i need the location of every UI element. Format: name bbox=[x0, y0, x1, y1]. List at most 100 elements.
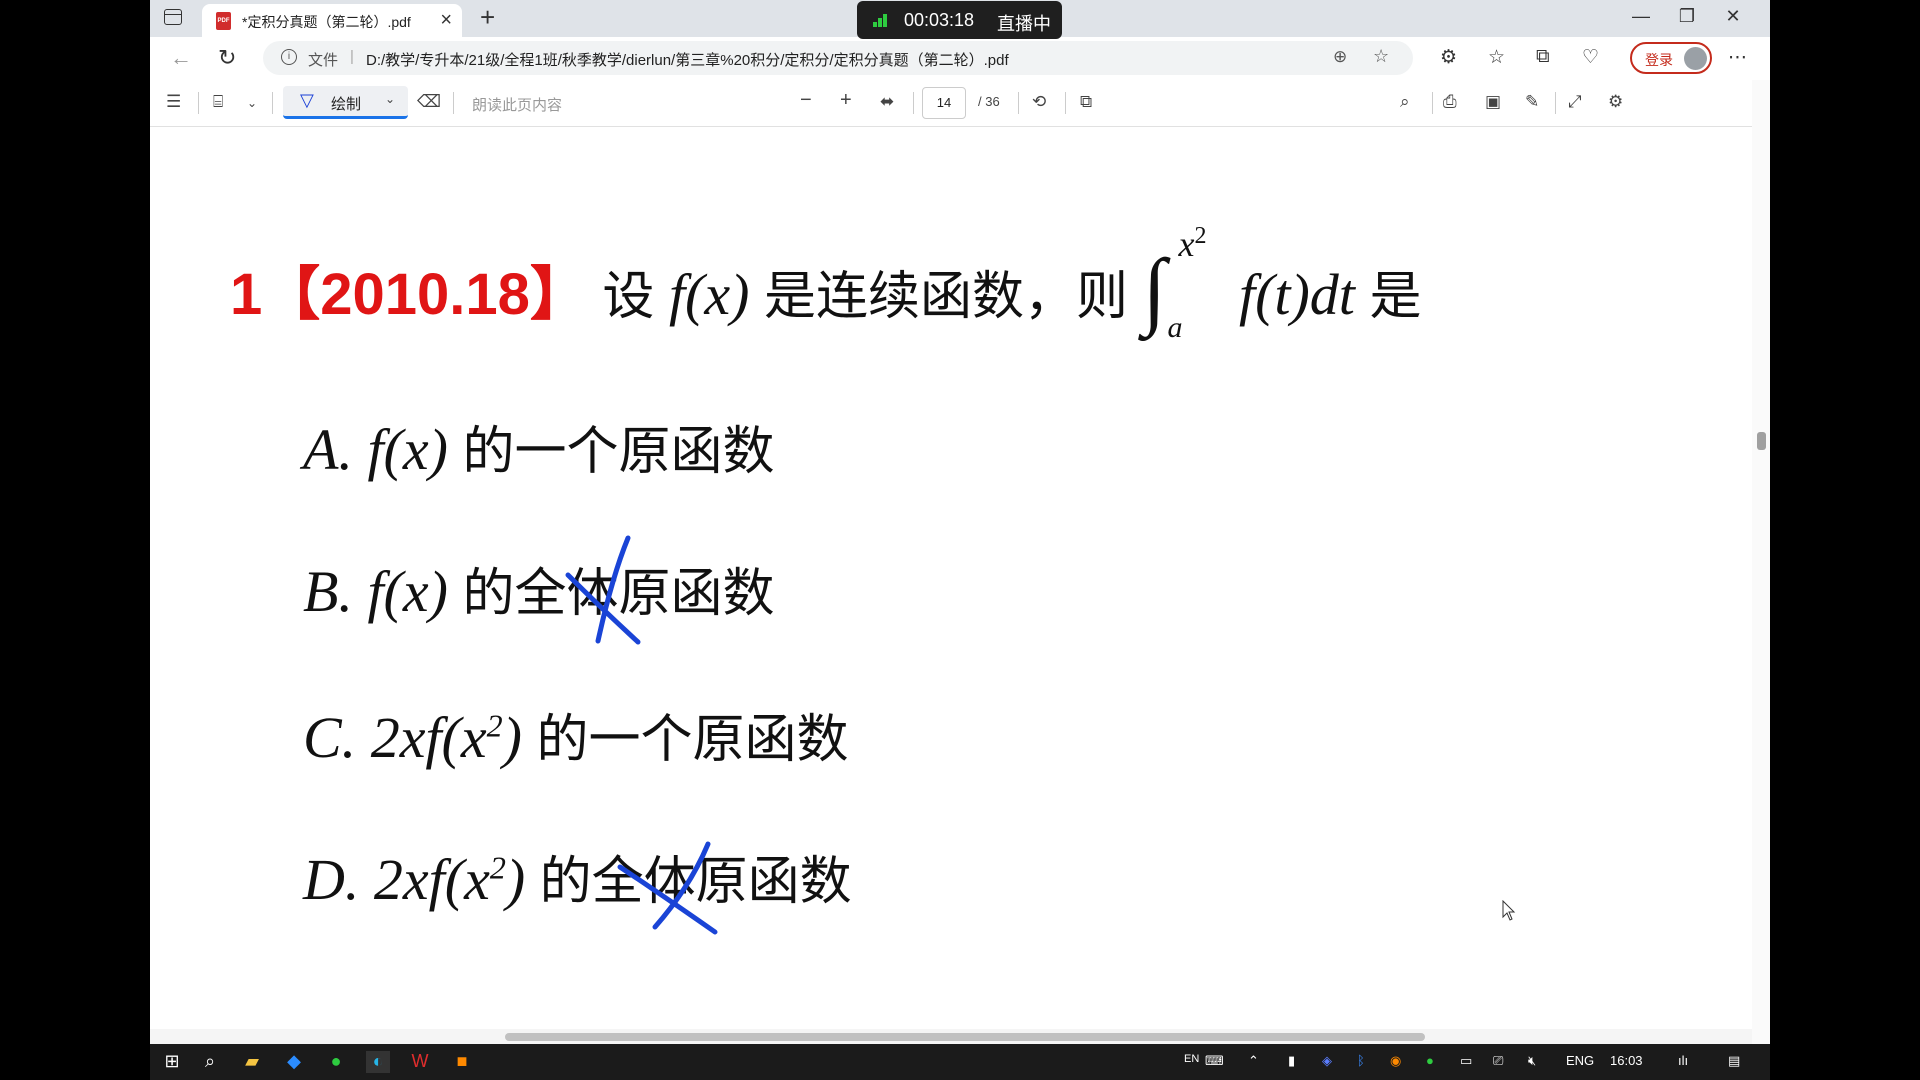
login-button[interactable]: 登录 bbox=[1630, 42, 1712, 74]
stats-icon[interactable]: ılı bbox=[1678, 1053, 1688, 1068]
url-separator: | bbox=[350, 48, 354, 65]
more-icon[interactable]: ⋯ bbox=[1728, 46, 1747, 69]
horizontal-scrollbar[interactable] bbox=[150, 1029, 1752, 1044]
rotate-icon[interactable]: ⟲ bbox=[1032, 92, 1046, 112]
vertical-scrollbar[interactable] bbox=[1752, 80, 1770, 1044]
performance-icon[interactable]: ♡ bbox=[1582, 46, 1599, 69]
tray-app-icon[interactable]: ◈ bbox=[1322, 1053, 1332, 1069]
refresh-icon[interactable]: ↻ bbox=[218, 45, 236, 71]
edge-icon[interactable]: ◐ bbox=[366, 1051, 390, 1073]
wps-icon[interactable]: W bbox=[408, 1051, 432, 1073]
tab-actions-icon[interactable] bbox=[164, 9, 182, 25]
option-expr: 2xf(x2) bbox=[373, 847, 526, 912]
zoom-out-icon[interactable]: − bbox=[800, 89, 812, 112]
tab-close-icon[interactable]: × bbox=[440, 9, 452, 32]
url-protocol: 文件 bbox=[308, 52, 339, 69]
page-number-input[interactable]: 14 bbox=[922, 87, 966, 119]
search-icon[interactable]: ⌕ bbox=[198, 1051, 222, 1073]
question-text-mid: 是连续函数，则 bbox=[763, 267, 1128, 327]
live-status-text: 直播中 bbox=[997, 14, 1051, 34]
fullscreen-icon[interactable]: ⤢ bbox=[1568, 92, 1582, 112]
address-bar[interactable]: i 文件 | D:/教学/专升本/21级/全程1班/秋季教学/dierlun/第… bbox=[263, 41, 1413, 75]
question-text-post: 是 bbox=[1369, 267, 1422, 327]
contents-icon[interactable]: ☰ bbox=[166, 92, 181, 112]
restore-button[interactable]: ❐ bbox=[1664, 6, 1710, 27]
option-label: A. bbox=[303, 417, 353, 482]
question-number: 1【2010.18】 bbox=[230, 262, 588, 327]
integral-upper-limit: x2 bbox=[1178, 222, 1207, 264]
pdf-toolbar: ☰ ⌸ ⌄ ▽ 绘制 ⌄ ⌫ 朗读此页内容 − + ⬌ 14 / 36 ⟲ ⧉ … bbox=[150, 80, 1770, 127]
read-aloud-button[interactable]: 朗读此页内容 bbox=[472, 94, 562, 115]
fit-width-icon[interactable]: ⬌ bbox=[880, 92, 894, 112]
option-c: C. 2xf(x2) 的一个原函数 bbox=[303, 697, 848, 772]
volume-muted-icon[interactable]: 🔇︎ bbox=[1528, 1053, 1536, 1069]
clock[interactable]: 16:03 bbox=[1610, 1053, 1643, 1068]
pdf-page: 1【2010.18】 设 f(x) 是连续函数，则 ∫ x2 a f(t)dt … bbox=[150, 127, 1752, 1029]
app-blue-icon[interactable]: ◆ bbox=[282, 1051, 306, 1073]
highlight-icon[interactable]: ⌸ bbox=[213, 92, 223, 112]
favorites-icon[interactable]: ☆ bbox=[1488, 46, 1505, 69]
option-expr: f(x) bbox=[367, 417, 448, 482]
notification-icon[interactable]: ▤ bbox=[1728, 1053, 1740, 1069]
draw-button[interactable]: ▽ 绘制 ⌄ bbox=[283, 86, 408, 119]
tray-chevron-icon[interactable]: ⌃ bbox=[1248, 1053, 1259, 1069]
draw-label: 绘制 bbox=[331, 96, 362, 113]
live-status-badge: 00:03:18 直播中 bbox=[857, 1, 1062, 39]
login-label: 登录 bbox=[1645, 52, 1673, 68]
language-indicator[interactable]: ENG bbox=[1566, 1053, 1594, 1068]
avatar bbox=[1684, 47, 1707, 70]
horizontal-scroll-thumb[interactable] bbox=[505, 1033, 1425, 1041]
print-icon[interactable]: ⎙ bbox=[1443, 92, 1457, 112]
add-favorite-icon[interactable]: ☆ bbox=[1373, 46, 1389, 67]
save-icon[interactable]: ▣ bbox=[1485, 92, 1501, 112]
network-icon[interactable]: ⎚ bbox=[1493, 1053, 1503, 1069]
tray-orange-icon[interactable]: ◉ bbox=[1390, 1053, 1401, 1069]
option-a: A. f(x) 的一个原函数 bbox=[303, 409, 774, 484]
search-icon[interactable]: ⌕ bbox=[1400, 92, 1410, 112]
info-icon[interactable]: i bbox=[281, 49, 297, 65]
back-icon[interactable]: ← bbox=[170, 45, 192, 71]
url-text[interactable]: D:/教学/专升本/21级/全程1班/秋季教学/dierlun/第三章%20积分… bbox=[366, 49, 1009, 70]
bluetooth-icon[interactable]: ᛒ bbox=[1357, 1053, 1365, 1068]
integral-lower-limit: a bbox=[1167, 310, 1183, 344]
app-orange-icon[interactable]: ■ bbox=[450, 1051, 474, 1073]
pen-icon: ▽ bbox=[300, 90, 314, 110]
question-fx: f(x) bbox=[668, 262, 750, 327]
tab-pdf[interactable]: PDF *定积分真题（第二轮）.pdf × bbox=[202, 4, 462, 37]
collections-icon[interactable]: ⧉ bbox=[1536, 46, 1550, 68]
zoom-icon[interactable]: ⊕ bbox=[1333, 47, 1347, 67]
keyboard-icon[interactable]: ⌨ bbox=[1205, 1053, 1224, 1069]
save-as-icon[interactable]: ✎ bbox=[1525, 92, 1539, 112]
minimize-button[interactable]: — bbox=[1618, 6, 1664, 27]
highlight-dropdown-icon[interactable]: ⌄ bbox=[247, 96, 257, 110]
eraser-icon[interactable]: ⌫ bbox=[417, 92, 441, 112]
settings-icon[interactable]: ⚙ bbox=[1608, 92, 1623, 112]
question-text-pre: 设 bbox=[602, 267, 655, 327]
pdf-file-icon: PDF bbox=[216, 12, 231, 30]
zoom-in-icon[interactable]: + bbox=[840, 89, 852, 112]
battery-icon[interactable]: ▭ bbox=[1460, 1053, 1472, 1069]
start-icon[interactable]: ⊞ bbox=[160, 1051, 184, 1073]
tray-green-icon[interactable]: ● bbox=[1426, 1053, 1434, 1068]
wechat-icon[interactable]: ● bbox=[324, 1051, 348, 1073]
new-tab-button[interactable]: + bbox=[480, 2, 495, 33]
option-label: D. bbox=[303, 847, 360, 912]
ime-en-indicator[interactable]: EN bbox=[1184, 1053, 1199, 1065]
page-total: / 36 bbox=[978, 94, 1000, 109]
file-explorer-icon[interactable]: ▰ bbox=[240, 1051, 264, 1073]
draw-dropdown-icon[interactable]: ⌄ bbox=[385, 92, 395, 106]
mic-icon[interactable]: ▮ bbox=[1288, 1053, 1295, 1069]
close-window-button[interactable]: ✕ bbox=[1710, 6, 1756, 27]
option-label: B. bbox=[303, 559, 353, 624]
tab-title: *定积分真题（第二轮）.pdf bbox=[242, 14, 411, 30]
extensions-icon[interactable]: ⚙ bbox=[1440, 46, 1457, 69]
option-b: B. f(x) 的全体原函数 bbox=[303, 551, 774, 626]
address-row: ← ↻ i 文件 | D:/教学/专升本/21级/全程1班/秋季教学/dierl… bbox=[150, 37, 1770, 80]
option-text: 的一个原函数 bbox=[536, 710, 849, 770]
vertical-scroll-thumb[interactable] bbox=[1757, 432, 1766, 450]
option-d: D. 2xf(x2) 的全体原函数 bbox=[303, 839, 852, 914]
integral-expression: ∫ x2 a bbox=[1142, 223, 1224, 344]
page-view-icon[interactable]: ⧉ bbox=[1080, 92, 1092, 112]
integrand: f(t)dt bbox=[1238, 262, 1355, 327]
option-label: C. bbox=[303, 705, 357, 770]
